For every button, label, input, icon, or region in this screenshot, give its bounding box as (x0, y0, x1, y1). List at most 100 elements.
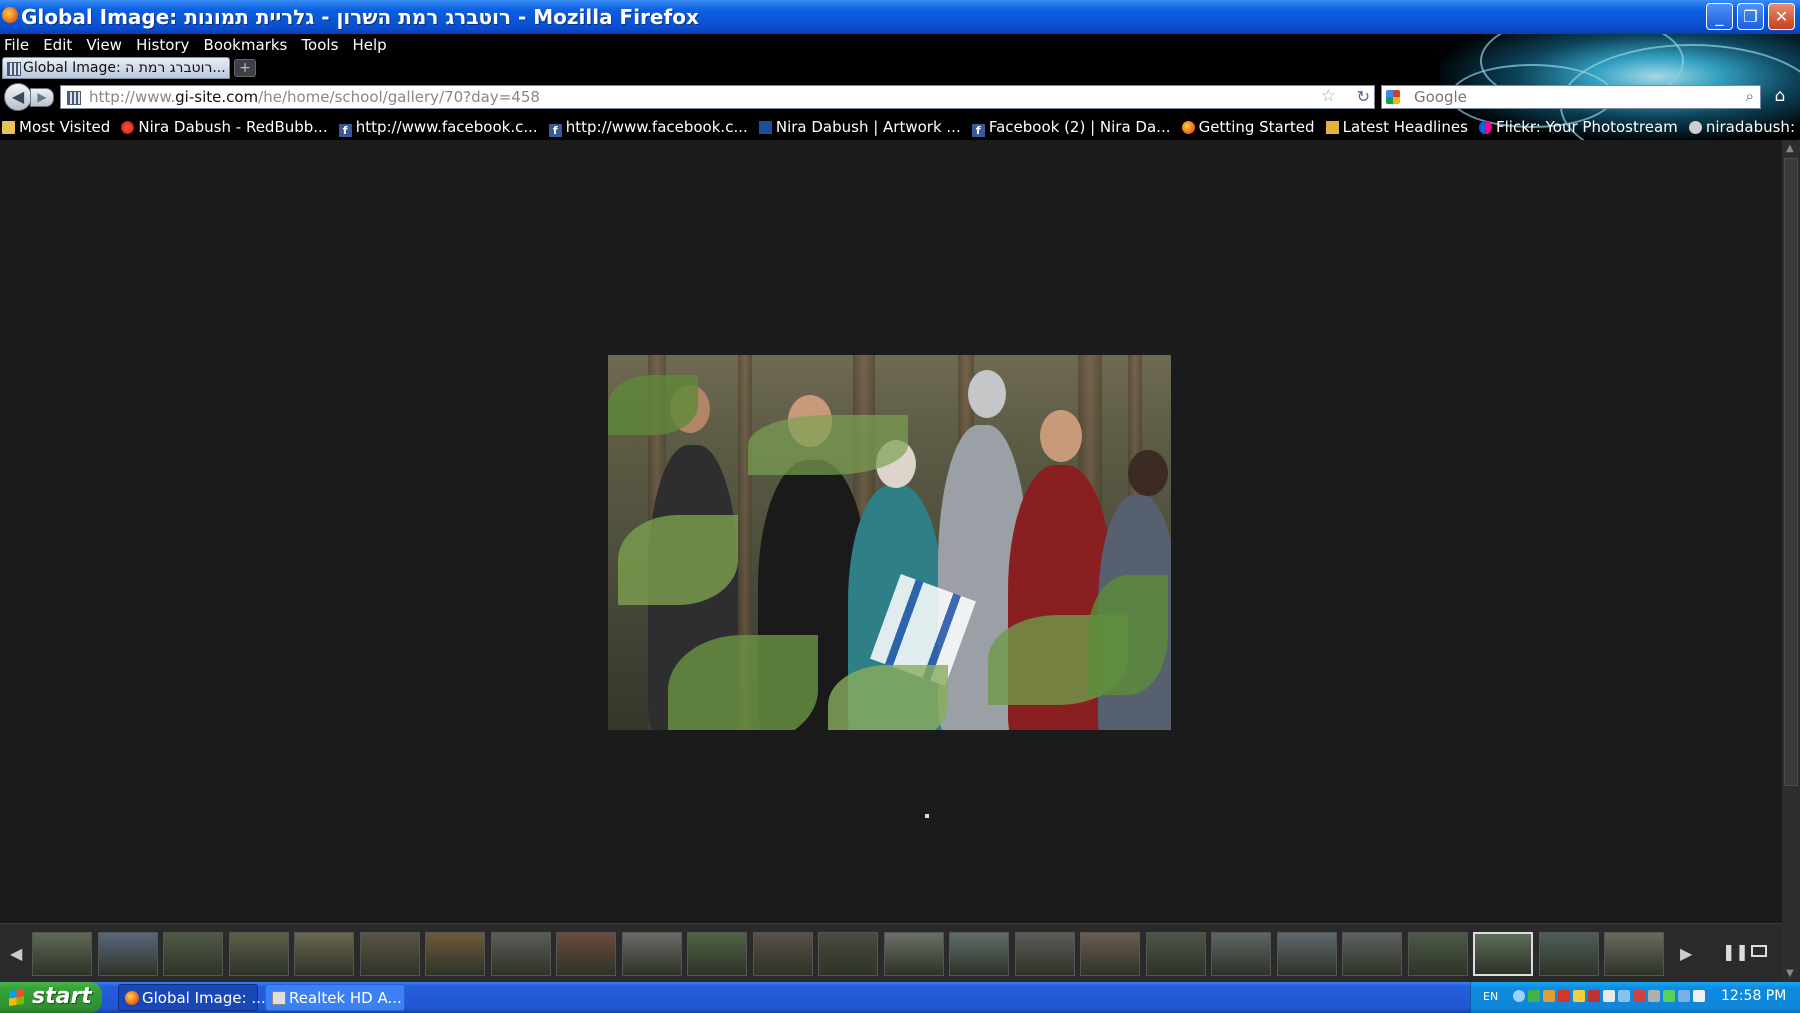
gallery-thumbnail[interactable] (359, 932, 420, 976)
url-bar[interactable]: http://www.gi-site.com/he/home/school/ga… (60, 85, 1375, 109)
close-button[interactable]: ✕ (1768, 3, 1795, 30)
gallery-thumbnail[interactable] (1014, 932, 1075, 976)
bookmark-star-icon[interactable]: ☆ (1321, 86, 1336, 106)
gallery-photo[interactable] (608, 355, 1171, 730)
gallery-thumbnail[interactable] (1145, 932, 1206, 976)
tray-antivirus-icon[interactable] (1558, 990, 1570, 1002)
scrollbar-thumb[interactable] (1784, 158, 1798, 786)
reload-icon[interactable]: ↻ (1357, 87, 1370, 106)
title-bar: Global Image: רוטברג רמת השרון - גלריית … (0, 0, 1800, 34)
thumbnail-strip: ◀ ▶ ❚❚ (0, 923, 1782, 983)
gallery-thumbnail[interactable] (294, 932, 354, 976)
gallery-thumbnail[interactable] (490, 932, 551, 976)
search-input[interactable] (1414, 87, 1714, 107)
bookmark-getting-started[interactable]: Getting Started (1180, 114, 1319, 137)
search-bar[interactable]: ⌕ (1381, 85, 1761, 109)
menu-history[interactable]: History (132, 34, 194, 55)
bookmark-facebook-1[interactable]: f http://www.facebook.c... (337, 114, 542, 137)
facebook-icon: f (548, 124, 562, 137)
taskbar-firefox-button[interactable]: Global Image: ... (118, 984, 266, 1011)
tray-power-icon[interactable] (1693, 990, 1705, 1002)
gallery-thumbnail[interactable] (1080, 932, 1140, 976)
gallery-thumbnail[interactable] (818, 932, 878, 976)
maximize-button[interactable]: ❐ (1737, 3, 1764, 30)
gallery-thumbnail[interactable] (883, 932, 944, 976)
tab-title: Global Image: רוטברג רמת ה... (23, 60, 226, 76)
windows-logo-icon (9, 988, 24, 1007)
google-search-engine-icon[interactable] (1386, 90, 1400, 104)
gallery-thumbnail[interactable] (1276, 932, 1337, 976)
folder-icon (2, 121, 15, 134)
scroll-down-icon[interactable]: ▼ (1786, 968, 1794, 979)
tray-bluetooth-icon[interactable] (1603, 990, 1615, 1002)
tray-volume-icon[interactable] (1633, 990, 1645, 1002)
gallery-thumbnail[interactable] (1538, 932, 1599, 976)
tray-app-icon[interactable] (1543, 990, 1555, 1002)
bookmark-latest-headlines[interactable]: Latest Headlines (1324, 114, 1472, 137)
tray-shield-icon[interactable] (1573, 990, 1585, 1002)
bookmark-redbubble[interactable]: Nira Dabush - RedBubb... (119, 114, 331, 137)
gallery-thumbnail[interactable] (425, 932, 485, 976)
language-indicator[interactable]: EN (1483, 990, 1498, 1003)
gallery-thumbnail[interactable] (752, 932, 813, 976)
bookmark-artwork[interactable]: Nira Dabush | Artwork ... (757, 114, 965, 137)
minimize-button[interactable]: _ (1706, 3, 1733, 30)
scroll-up-icon[interactable]: ▲ (1786, 143, 1794, 154)
vertical-scrollbar[interactable]: ▲ ▼ (1782, 140, 1800, 982)
rss-icon (1325, 121, 1339, 134)
bookmark-zazzle[interactable]: niradabush: Home: zaz... (1687, 114, 1800, 137)
url-text[interactable]: http://www.gi-site.com/he/home/school/ga… (89, 88, 540, 106)
bookmark-flickr[interactable]: Flickr: Your Photostream (1477, 114, 1682, 137)
gallery-thumbnail[interactable] (163, 932, 223, 976)
gallery-thumbnail[interactable] (556, 932, 616, 976)
menu-view[interactable]: View (82, 34, 127, 55)
gallery-thumbnail[interactable] (621, 932, 682, 976)
thumbnail-prev-arrow-icon[interactable]: ◀ (10, 944, 22, 963)
bookmarks-toolbar: Most Visited Nira Dabush - RedBubb... fh… (0, 114, 1800, 140)
taskbar-clock[interactable]: 12:58 PM (1721, 988, 1786, 1004)
gallery-thumbnail[interactable] (1407, 932, 1468, 976)
bookmark-facebook-3[interactable]: f Facebook (2) | Nira Da... (970, 114, 1175, 137)
tray-messenger-icon[interactable] (1528, 990, 1540, 1002)
gallery-thumbnail[interactable] (1342, 932, 1402, 976)
bookmark-facebook-2[interactable]: f http://www.facebook.c... (547, 114, 752, 137)
gallery-thumbnail[interactable] (228, 932, 289, 976)
tray-network-icon[interactable] (1513, 990, 1525, 1002)
start-button[interactable]: start (0, 982, 102, 1013)
tray-device-icon[interactable] (1648, 990, 1660, 1002)
system-tray: EN 12:58 PM (1470, 982, 1800, 1013)
firefox-icon[interactable] (2, 7, 18, 23)
menu-help[interactable]: Help (348, 34, 391, 55)
tray-security-icon[interactable] (1663, 990, 1675, 1002)
search-icon[interactable]: ⌕ (1746, 87, 1754, 105)
windows-taskbar: start Global Image: ... Realtek HD A... … (0, 982, 1800, 1013)
gallery-thumbnail[interactable] (1604, 932, 1664, 976)
back-button[interactable]: ◀ (4, 83, 32, 111)
tray-connection-icon[interactable] (1678, 990, 1690, 1002)
thumbnail-next-arrow-icon[interactable]: ▶ (1680, 944, 1692, 963)
new-tab-button[interactable]: + (234, 59, 256, 77)
page-content: ◀ ▶ ❚❚ (0, 140, 1782, 983)
menu-bookmarks[interactable]: Bookmarks (200, 34, 293, 55)
gallery-thumbnail[interactable] (1211, 932, 1271, 976)
gallery-thumbnail[interactable] (32, 932, 92, 976)
gallery-thumbnail[interactable] (949, 932, 1009, 976)
tray-update-icon[interactable] (1588, 990, 1600, 1002)
tab-global-image[interactable]: Global Image: רוטברג רמת ה... (2, 57, 230, 79)
menu-edit[interactable]: Edit (39, 34, 77, 55)
gallery-thumbnail[interactable] (1473, 932, 1533, 976)
menu-tools[interactable]: Tools (297, 34, 343, 55)
pause-slideshow-icon[interactable]: ❚❚ (1722, 942, 1749, 961)
gallery-thumbnail[interactable] (97, 932, 158, 976)
speaker-icon (272, 991, 286, 1005)
menu-file[interactable]: File (0, 34, 34, 55)
taskbar-realtek-button[interactable]: Realtek HD A... (265, 984, 405, 1011)
fullscreen-icon[interactable] (1751, 945, 1767, 957)
gallery-thumbnail[interactable] (687, 932, 747, 976)
home-icon[interactable]: ⌂ (1768, 86, 1792, 108)
tray-display-icon[interactable] (1618, 990, 1630, 1002)
bookmark-most-visited[interactable]: Most Visited (0, 114, 114, 137)
firefox-icon (1181, 121, 1195, 134)
forward-button[interactable]: ▶ (30, 88, 54, 107)
site-identity-icon[interactable] (67, 91, 81, 105)
